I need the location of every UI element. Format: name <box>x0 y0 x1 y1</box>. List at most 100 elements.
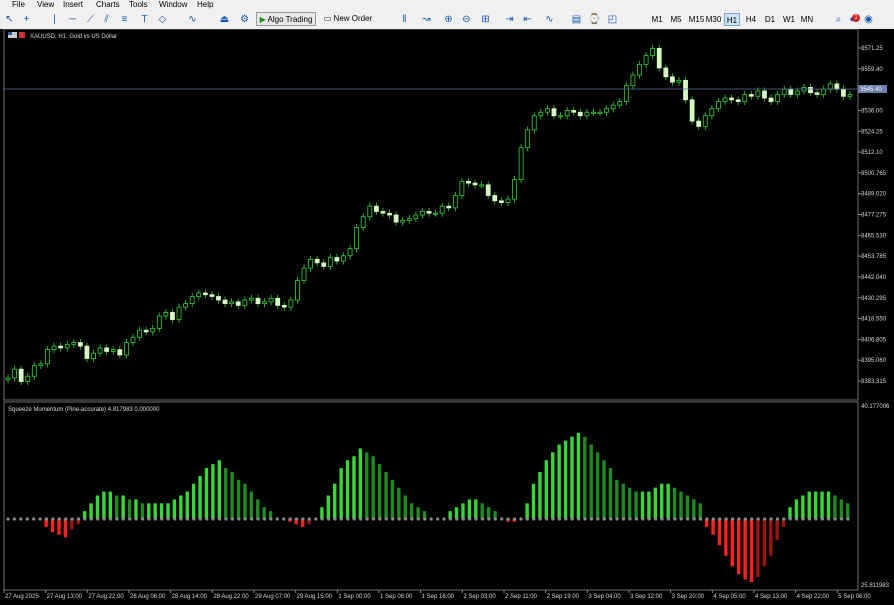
timeframe-d1[interactable]: D1 <box>762 13 778 26</box>
squeeze-dot <box>429 517 433 521</box>
momentum-bar <box>224 468 228 519</box>
cursor-icon[interactable]: ↖ <box>3 13 16 26</box>
chart-canvas[interactable]: XAUUSD, H1: Gold vs US Dollar Squeeze Mo… <box>0 28 894 600</box>
trendline-icon[interactable]: ⟋ <box>84 13 97 26</box>
settings-icon[interactable]: ⚙ <box>238 13 251 26</box>
time-tick-label: 3 Sep 12:00 <box>630 594 663 600</box>
squeeze-dot <box>147 517 151 521</box>
timeframe-mn[interactable]: MN <box>799 13 815 26</box>
candle <box>722 97 728 102</box>
candle <box>202 292 208 296</box>
channel-icon[interactable]: ⫽ <box>100 13 113 26</box>
time-tick-label: 3 Sep 04:00 <box>588 594 621 600</box>
candle <box>821 88 827 95</box>
play-icon: ▶ <box>259 15 266 24</box>
squeeze-dot <box>532 517 536 521</box>
time-tick-label: 29 Aug 07:00 <box>255 594 291 600</box>
timeframe-w1[interactable]: W1 <box>781 13 797 26</box>
momentum-bar <box>551 452 555 519</box>
menu-tools[interactable]: Tools <box>129 0 148 10</box>
candle <box>571 110 577 113</box>
algo-trading-button[interactable]: ▶ Algo Trading <box>256 12 316 26</box>
alert-icon[interactable]: ⏏ <box>218 13 231 26</box>
autoscroll-icon[interactable]: ⇥ <box>503 13 516 26</box>
momentum-bar <box>461 503 465 519</box>
zoom-in-icon[interactable]: ⊕ <box>442 13 455 26</box>
bars-icon[interactable]: ‖ <box>398 13 411 26</box>
candle <box>577 111 583 117</box>
timeframe-m30[interactable]: M30 <box>704 13 723 26</box>
candle <box>275 297 281 306</box>
menu-help[interactable]: Help <box>197 0 213 10</box>
candle <box>768 97 774 102</box>
squeeze-dot <box>519 517 523 521</box>
squeeze-dot <box>89 517 93 521</box>
squeeze-dot <box>121 517 126 521</box>
indicator-frame <box>3 401 859 591</box>
chart-window[interactable]: XAUUSD, H1: Gold vs US Dollar Squeeze Mo… <box>0 28 894 600</box>
candle <box>5 377 11 381</box>
momentum-bar <box>595 452 600 519</box>
crosshair-icon[interactable]: + <box>20 13 33 26</box>
vertical-line-icon[interactable]: | <box>48 13 61 26</box>
new-order-button[interactable]: ▭ New Order <box>320 12 376 26</box>
squeeze-dot <box>134 517 138 521</box>
time-tick-label: 27 Aug 22:00 <box>88 594 124 600</box>
indicator-tick-label: 25.811983 <box>861 583 890 589</box>
periods-icon[interactable]: ⌚ <box>588 13 601 26</box>
indicators-icon[interactable]: ∿ <box>543 13 556 26</box>
templates-icon[interactable]: ▤ <box>570 13 583 26</box>
squeeze-dot <box>205 517 209 521</box>
momentum-bar <box>147 503 151 519</box>
menu-charts[interactable]: Charts <box>96 0 120 10</box>
candle <box>623 85 629 102</box>
squeeze-dot <box>83 517 87 521</box>
squeeze-dot <box>750 517 754 521</box>
horizontal-line-icon[interactable]: ─ <box>66 13 79 26</box>
squeeze-dot <box>166 517 170 521</box>
squeeze-dot <box>6 517 10 521</box>
timeframe-m5[interactable]: M5 <box>668 13 684 26</box>
menu-file[interactable]: File <box>12 0 25 10</box>
squeeze-dot <box>679 517 683 521</box>
profile-icon[interactable]: ◉ <box>862 13 875 26</box>
squeeze-dot <box>500 517 504 521</box>
time-tick-label: 3 Sep 20:00 <box>672 594 705 600</box>
squeeze-dot <box>718 517 722 521</box>
fibonacci-icon[interactable]: ≡ <box>118 13 131 26</box>
chart-shift-icon[interactable]: ⇤ <box>521 13 534 26</box>
indicator-icon[interactable]: ∿ <box>186 13 199 26</box>
timeframe-m1[interactable]: M1 <box>649 13 665 26</box>
momentum-bar <box>711 519 715 535</box>
momentum-bar <box>249 491 254 519</box>
candle <box>156 315 162 329</box>
momentum-bar <box>198 475 202 519</box>
momentum-bar <box>826 491 831 519</box>
squeeze-dot <box>320 517 324 521</box>
objects-icon[interactable]: ◰ <box>606 13 619 26</box>
shapes-icon[interactable]: ◇ <box>156 13 169 26</box>
timeframe-h4[interactable]: H4 <box>743 13 759 26</box>
zoom-out-icon[interactable]: ⊖ <box>460 13 473 26</box>
menu-view[interactable]: View <box>37 0 54 10</box>
candle <box>834 83 840 90</box>
candle <box>124 342 129 356</box>
search-icon[interactable]: ⌕ <box>832 13 845 26</box>
menu-window[interactable]: Window <box>159 0 187 10</box>
momentum-bar <box>191 483 196 519</box>
squeeze-dot <box>153 517 158 521</box>
time-tick-label: 2 Sep 03:00 <box>463 594 496 600</box>
squeeze-dot <box>596 517 600 521</box>
squeeze-dot <box>25 517 29 521</box>
timeframe-h1[interactable]: H1 <box>724 13 740 26</box>
grid-icon[interactable]: ⊞ <box>479 13 492 26</box>
candle <box>91 352 96 359</box>
line-chart-icon[interactable]: ↝ <box>420 13 433 26</box>
squeeze-dot <box>262 517 267 521</box>
text-icon[interactable]: T <box>138 13 151 26</box>
squeeze-dot <box>647 517 651 521</box>
squeeze-dot <box>602 517 606 521</box>
menu-insert[interactable]: Insert <box>63 0 83 10</box>
momentum-bar <box>70 519 74 530</box>
time-tick-label: 2 Sep 19:00 <box>547 594 580 600</box>
